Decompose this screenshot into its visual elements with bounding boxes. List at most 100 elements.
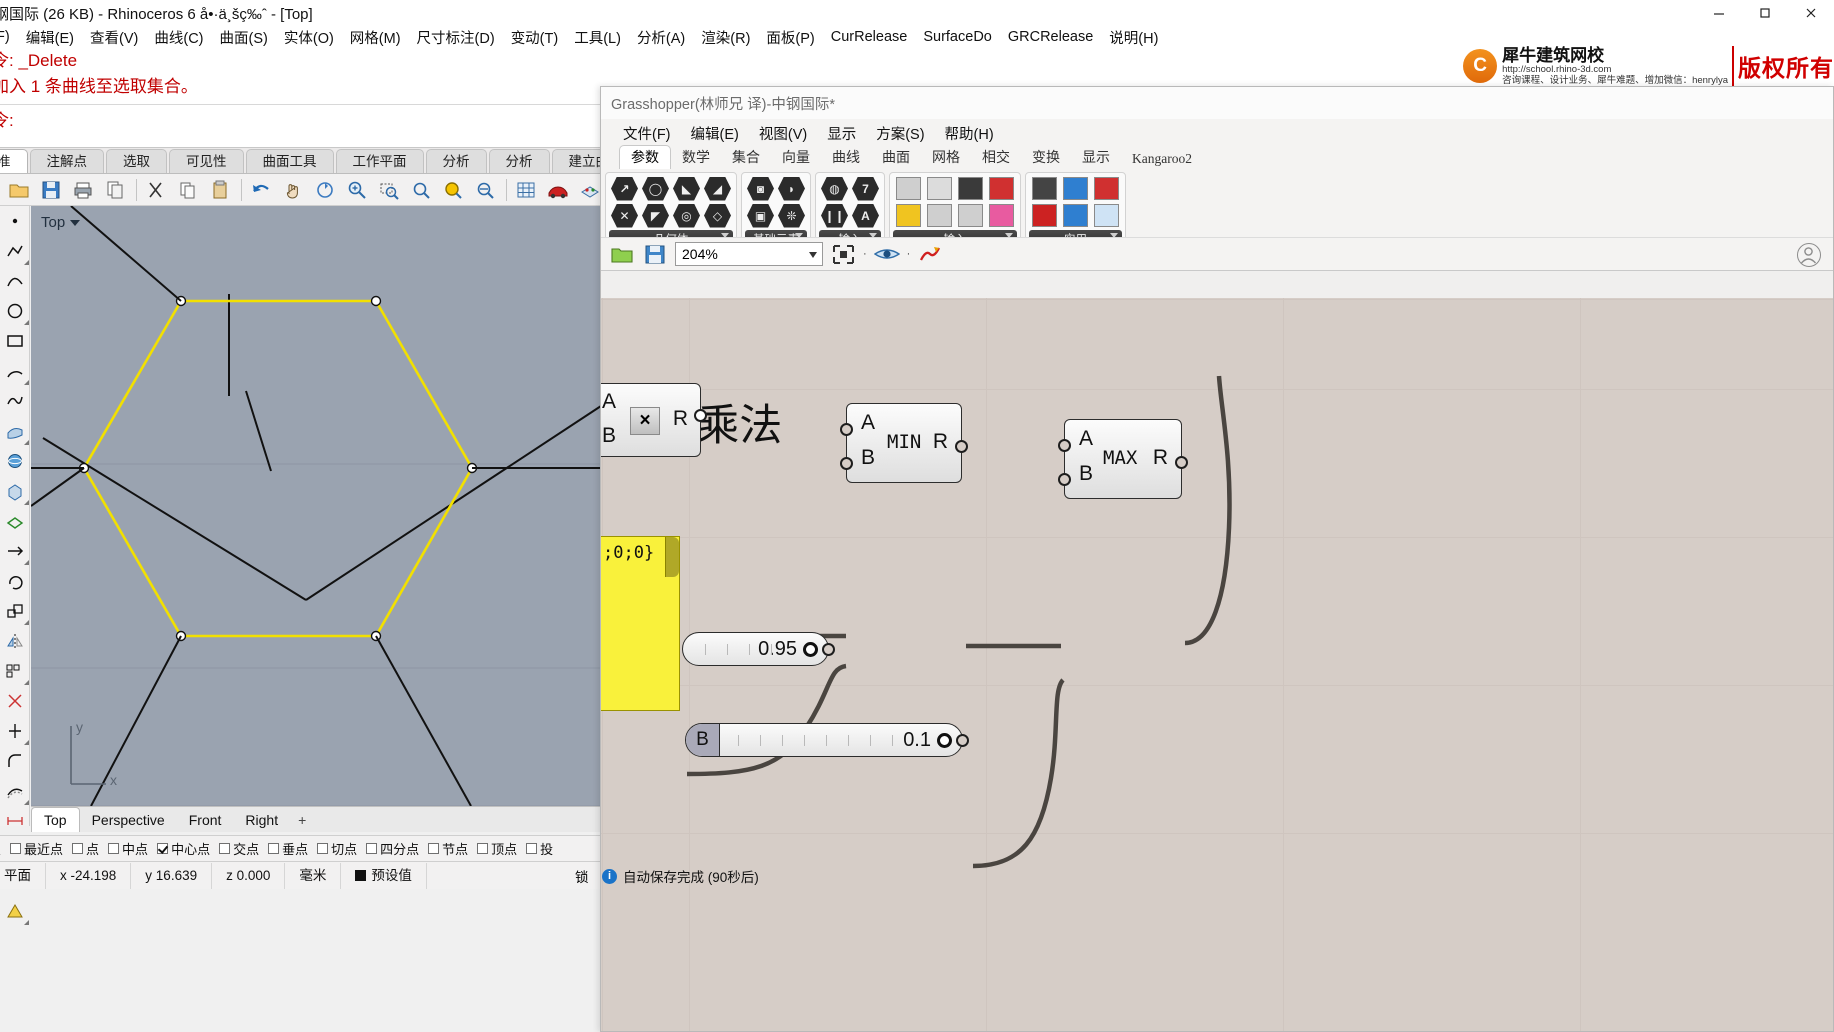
flyout-arrow-icon[interactable]	[24, 740, 29, 745]
rhino-toolbar-tab-0[interactable]: 准	[0, 149, 28, 173]
pan-icon[interactable]	[278, 176, 308, 204]
rhino-toolbar-tab-2[interactable]: 选取	[106, 149, 167, 173]
rhino-menu-item-0[interactable]: F)	[0, 29, 18, 45]
open-file-icon[interactable]	[4, 176, 34, 204]
osnap-checkbox[interactable]	[10, 843, 22, 854]
flyout-arrow-icon[interactable]	[24, 920, 29, 925]
rhino-menu-item-2[interactable]: 查看(V)	[82, 27, 146, 48]
rhino-menu-item-13[interactable]: CurRelease	[823, 29, 916, 45]
rhino-menu-item-9[interactable]: 工具(L)	[566, 27, 629, 48]
sphere-icon[interactable]	[0, 446, 30, 476]
rhino-menu-item-15[interactable]: GRCRelease	[1000, 29, 1101, 45]
rhino-viewport[interactable]: Top y x	[31, 206, 604, 806]
freeform-icon[interactable]	[0, 386, 30, 416]
osnap-checkbox[interactable]	[108, 843, 120, 854]
osnap-checkbox[interactable]	[428, 843, 440, 854]
panel-component[interactable]: ;0;0}	[601, 536, 680, 711]
rhino-toolbar-tab-1[interactable]: 注解点	[29, 149, 104, 173]
save-file-icon[interactable]	[36, 176, 66, 204]
profile-icon[interactable]	[1797, 243, 1821, 267]
undo-icon[interactable]	[246, 176, 276, 204]
print-icon[interactable]	[68, 176, 98, 204]
node-max[interactable]: A B MAX R	[1058, 419, 1188, 499]
zoom-level-select[interactable]: 204%	[675, 242, 823, 266]
polyline-icon[interactable]	[0, 236, 30, 266]
jump-icon[interactable]	[1091, 175, 1122, 202]
cluster-icon[interactable]	[1029, 175, 1060, 202]
gh-menu-item-1[interactable]: 编辑(E)	[691, 123, 739, 144]
node-input-port-b[interactable]	[1058, 473, 1071, 486]
rhino-menu-item-8[interactable]: 变动(T)	[503, 27, 567, 48]
gh-menu-item-2[interactable]: 视图(V)	[759, 123, 807, 144]
text-icon[interactable]: A	[850, 202, 881, 229]
flyout-arrow-icon[interactable]	[24, 620, 29, 625]
zoom-window-icon[interactable]	[374, 176, 404, 204]
gh-tab-0[interactable]: 参数	[619, 145, 671, 169]
rhino-toolbar-tab-5[interactable]: 工作平面	[335, 149, 424, 173]
node-output-port[interactable]	[694, 409, 707, 422]
rhino-toolbar-tab-3[interactable]: 可见性	[169, 149, 244, 173]
brep-icon[interactable]: ◙	[745, 175, 776, 202]
rhino-menu-item-4[interactable]: 曲面(S)	[212, 27, 276, 48]
colour-icon[interactable]	[986, 175, 1017, 202]
rhino-menu-item-6[interactable]: 网格(M)	[342, 27, 409, 48]
viewport-tab-top[interactable]: Top	[31, 807, 80, 832]
circle-icon[interactable]	[0, 296, 30, 326]
rhino-menu-item-3[interactable]: 曲线(C)	[146, 27, 211, 48]
flyout-arrow-icon[interactable]	[24, 680, 29, 685]
osnap-checkbox[interactable]	[268, 843, 280, 854]
trim-icon[interactable]	[0, 686, 30, 716]
slider-icon[interactable]	[893, 202, 924, 229]
zoom-in-icon[interactable]	[342, 176, 372, 204]
copy-icon[interactable]	[173, 176, 203, 204]
slider-track[interactable]	[683, 633, 772, 665]
array-icon[interactable]	[0, 656, 30, 686]
osnap-item-0[interactable]: 最近点	[10, 839, 63, 858]
arrow-right2-icon[interactable]	[1060, 202, 1091, 229]
gh-tab-7[interactable]: 相交	[971, 146, 1021, 169]
gh-tab-8[interactable]: 变换	[1021, 146, 1071, 169]
rhino-menu-item-14[interactable]: SurfaceDo	[915, 29, 1000, 45]
copy-paste-icon[interactable]	[100, 176, 130, 204]
curve-icon[interactable]: ◤	[640, 202, 671, 229]
viewport-tab-front[interactable]: Front	[177, 808, 234, 832]
osnap-item-2[interactable]: 中点	[108, 839, 148, 858]
gh-tab-10[interactable]: Kangaroo2	[1121, 150, 1203, 169]
zoom-dynamic-icon[interactable]	[470, 176, 500, 204]
eye-icon[interactable]	[873, 241, 900, 267]
panel-icon[interactable]	[924, 175, 955, 202]
status-layer[interactable]: 预设值	[341, 862, 427, 889]
rhino-toolbar-tab-4[interactable]: 曲面工具	[245, 149, 334, 173]
node-output-port[interactable]	[955, 440, 968, 453]
rectangle-icon[interactable]	[0, 326, 30, 356]
flyout-arrow-icon[interactable]	[24, 560, 29, 565]
point-icon[interactable]: ◢	[702, 175, 733, 202]
gh-tab-5[interactable]: 曲面	[871, 146, 921, 169]
split-icon[interactable]	[0, 716, 30, 746]
gh-menu-item-5[interactable]: 帮助(H)	[945, 123, 994, 144]
osnap-checkbox[interactable]	[157, 843, 169, 854]
gradient-icon[interactable]	[986, 202, 1017, 229]
scale-icon[interactable]	[0, 596, 30, 626]
arrow-right-icon[interactable]	[1060, 175, 1091, 202]
rhino-menu-item-12[interactable]: 面板(P)	[758, 27, 822, 48]
osnap-item-9[interactable]: 顶点	[477, 839, 517, 858]
rotate-view-icon[interactable]	[310, 176, 340, 204]
viewport-label[interactable]: Top	[41, 214, 81, 231]
osnap-checkbox[interactable]	[526, 843, 538, 854]
gh-tab-4[interactable]: 曲线	[821, 146, 871, 169]
curve-icon[interactable]	[0, 266, 30, 296]
dimension-icon[interactable]	[0, 806, 30, 836]
sketch-icon[interactable]	[917, 241, 943, 267]
rhino-toolbar-tab-6[interactable]: 分析	[425, 149, 487, 173]
paste-icon[interactable]	[205, 176, 235, 204]
fillet-icon[interactable]	[0, 746, 30, 776]
close-button[interactable]	[1788, 0, 1834, 26]
gh-tab-2[interactable]: 集合	[721, 146, 771, 169]
flyout-arrow-icon[interactable]	[24, 440, 29, 445]
mesh-icon[interactable]	[0, 506, 30, 536]
slider-output-port[interactable]	[956, 734, 969, 747]
seven-icon[interactable]: 7	[850, 175, 881, 202]
rhino-menu-item-5[interactable]: 实体(O)	[276, 27, 342, 48]
gh-tab-9[interactable]: 显示	[1071, 146, 1121, 169]
